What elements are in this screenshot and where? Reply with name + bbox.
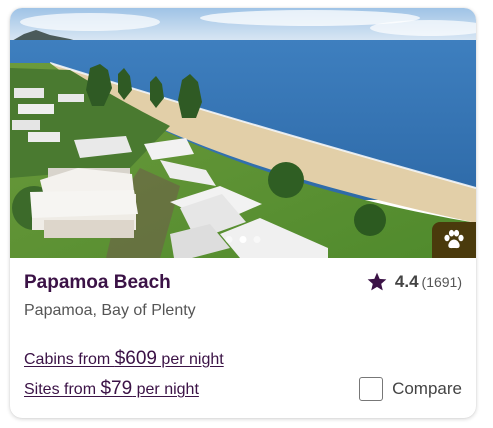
cabins-prefix: Cabins from	[24, 351, 115, 368]
listing-title[interactable]: Papamoa Beach	[24, 272, 171, 294]
listing-photo[interactable]	[10, 8, 476, 258]
listing-location: Papamoa, Bay of Plenty	[24, 302, 196, 319]
listing-card[interactable]: Papamoa Beach 4.4 (1691) Papamoa, Bay of…	[10, 8, 476, 418]
cabins-price-link[interactable]: Cabins from $609 per night	[24, 348, 224, 370]
photo-dot-active[interactable]	[239, 236, 247, 243]
photo-dot[interactable]	[253, 236, 261, 243]
rating: 4.4 (1691)	[366, 271, 462, 293]
compare-checkbox[interactable]	[359, 377, 384, 401]
cabins-price: $609	[114, 348, 157, 369]
sites-prefix: Sites from	[24, 381, 101, 398]
star-icon	[367, 272, 387, 291]
paw-icon	[444, 229, 464, 249]
photo-pagination[interactable]	[225, 236, 261, 243]
sites-price: $79	[100, 378, 133, 399]
compare-toggle[interactable]: Compare	[359, 377, 462, 401]
beach-aerial-image	[10, 8, 476, 258]
cabins-suffix: per night	[156, 351, 224, 368]
review-count: (1691)	[421, 274, 462, 290]
photo-dot[interactable]	[225, 236, 233, 243]
compare-label: Compare	[392, 379, 462, 398]
sites-suffix: per night	[132, 381, 199, 398]
pet-friendly-badge	[432, 222, 476, 258]
rating-score: 4.4	[394, 272, 419, 291]
sites-price-link[interactable]: Sites from $79 per night	[24, 378, 199, 400]
